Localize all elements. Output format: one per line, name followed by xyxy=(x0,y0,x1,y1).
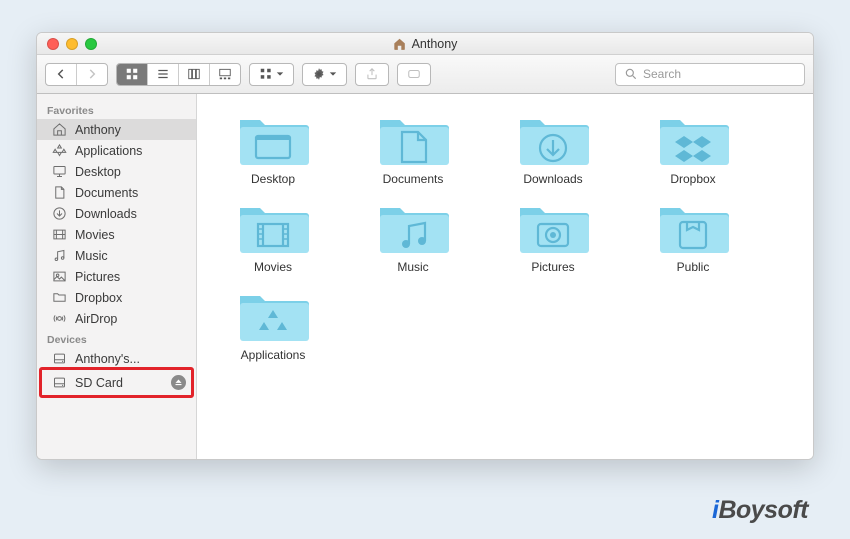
folder-icon xyxy=(234,284,312,346)
music-icon xyxy=(51,248,68,263)
folder-icon xyxy=(654,196,732,258)
sidebar-item-label: Movies xyxy=(75,228,115,242)
disk-icon xyxy=(51,351,68,366)
back-button[interactable] xyxy=(46,64,77,85)
sidebar-item-music[interactable]: Music xyxy=(37,245,196,266)
sidebar-item-label: Music xyxy=(75,249,108,263)
sidebar-item-label: Anthony xyxy=(75,123,121,137)
action-button[interactable] xyxy=(302,63,347,86)
content-area: Desktop Documents Downloads Dropbox Movi… xyxy=(197,94,813,459)
sidebar-item-movies[interactable]: Movies xyxy=(37,224,196,245)
sidebar-item-label: Documents xyxy=(75,186,138,200)
folder-applications[interactable]: Applications xyxy=(203,284,343,362)
folder-label: Dropbox xyxy=(670,172,715,186)
sidebar-item-label: Desktop xyxy=(75,165,121,179)
folder-pictures[interactable]: Pictures xyxy=(483,196,623,274)
folder-dropbox[interactable]: Dropbox xyxy=(623,108,763,186)
folder-label: Pictures xyxy=(531,260,574,274)
folder-label: Music xyxy=(397,260,428,274)
folder-icon xyxy=(374,196,452,258)
sidebar-device-sd-card[interactable]: SD Card xyxy=(37,369,196,396)
folder-public[interactable]: Public xyxy=(623,196,763,274)
sidebar-item-label: Dropbox xyxy=(75,291,122,305)
column-view-button[interactable] xyxy=(179,64,210,85)
folder-label: Movies xyxy=(254,260,292,274)
favorites-header: Favorites xyxy=(37,100,196,119)
arrange-button[interactable] xyxy=(249,63,294,86)
home-icon xyxy=(393,37,407,51)
folder-label: Documents xyxy=(383,172,444,186)
folder-icon xyxy=(654,108,732,170)
down-icon xyxy=(51,206,68,221)
folder-icon xyxy=(234,108,312,170)
list-view-button[interactable] xyxy=(148,64,179,85)
folder-downloads[interactable]: Downloads xyxy=(483,108,623,186)
folder-icon xyxy=(234,196,312,258)
doc-icon xyxy=(51,185,68,200)
desktop-icon xyxy=(51,164,68,179)
sidebar-item-label: Downloads xyxy=(75,207,137,221)
sidebar: Favorites Anthony Applications Desktop Docu… xyxy=(37,94,197,459)
folder-icon xyxy=(374,108,452,170)
apps-icon xyxy=(51,143,68,158)
airdrop-icon xyxy=(51,311,68,326)
sidebar-item-applications[interactable]: Applications xyxy=(37,140,196,161)
sidebar-item-label: Applications xyxy=(75,144,142,158)
gallery-view-button[interactable] xyxy=(210,64,240,85)
folder-label: Downloads xyxy=(523,172,582,186)
sidebar-device-anthony-s-[interactable]: Anthony's... xyxy=(37,348,196,369)
titlebar: Anthony xyxy=(37,33,813,55)
toolbar: Search xyxy=(37,55,813,94)
folder-movies[interactable]: Movies xyxy=(203,196,343,274)
devices-header: Devices xyxy=(37,329,196,348)
traffic-lights xyxy=(47,38,97,50)
sidebar-item-airdrop[interactable]: AirDrop xyxy=(37,308,196,329)
sidebar-item-label: Anthony's... xyxy=(75,352,140,366)
pic-icon xyxy=(51,269,68,284)
finder-window: Anthony Search Favorites Anthony Applicat… xyxy=(36,32,814,460)
nav-buttons xyxy=(45,63,108,86)
sidebar-item-documents[interactable]: Documents xyxy=(37,182,196,203)
folder-icon xyxy=(514,108,592,170)
window-title: Anthony xyxy=(393,37,458,51)
sidebar-item-anthony[interactable]: Anthony xyxy=(37,119,196,140)
eject-icon[interactable] xyxy=(171,375,186,390)
view-buttons xyxy=(116,63,241,86)
sidebar-item-label: SD Card xyxy=(75,376,123,390)
minimize-button[interactable] xyxy=(66,38,78,50)
sidebar-item-downloads[interactable]: Downloads xyxy=(37,203,196,224)
share-button[interactable] xyxy=(355,63,389,86)
folder-label: Public xyxy=(677,260,710,274)
sidebar-item-label: Pictures xyxy=(75,270,120,284)
sidebar-item-desktop[interactable]: Desktop xyxy=(37,161,196,182)
search-icon xyxy=(624,67,638,81)
sidebar-item-label: AirDrop xyxy=(75,312,117,326)
tags-button[interactable] xyxy=(397,63,431,86)
folder-desktop[interactable]: Desktop xyxy=(203,108,343,186)
disk-icon xyxy=(51,375,68,390)
home-icon xyxy=(51,122,68,137)
sidebar-item-pictures[interactable]: Pictures xyxy=(37,266,196,287)
folder-documents[interactable]: Documents xyxy=(343,108,483,186)
folder-label: Desktop xyxy=(251,172,295,186)
folder-icon xyxy=(514,196,592,258)
zoom-button[interactable] xyxy=(85,38,97,50)
search-box[interactable]: Search xyxy=(615,63,805,86)
forward-button[interactable] xyxy=(77,64,107,85)
folder-label: Applications xyxy=(241,348,306,362)
icon-view-button[interactable] xyxy=(117,64,148,85)
folder-icon xyxy=(51,290,68,305)
watermark-logo: iBoysoft xyxy=(712,496,808,525)
close-button[interactable] xyxy=(47,38,59,50)
sidebar-item-dropbox[interactable]: Dropbox xyxy=(37,287,196,308)
search-placeholder: Search xyxy=(643,67,681,81)
folder-music[interactable]: Music xyxy=(343,196,483,274)
movie-icon xyxy=(51,227,68,242)
